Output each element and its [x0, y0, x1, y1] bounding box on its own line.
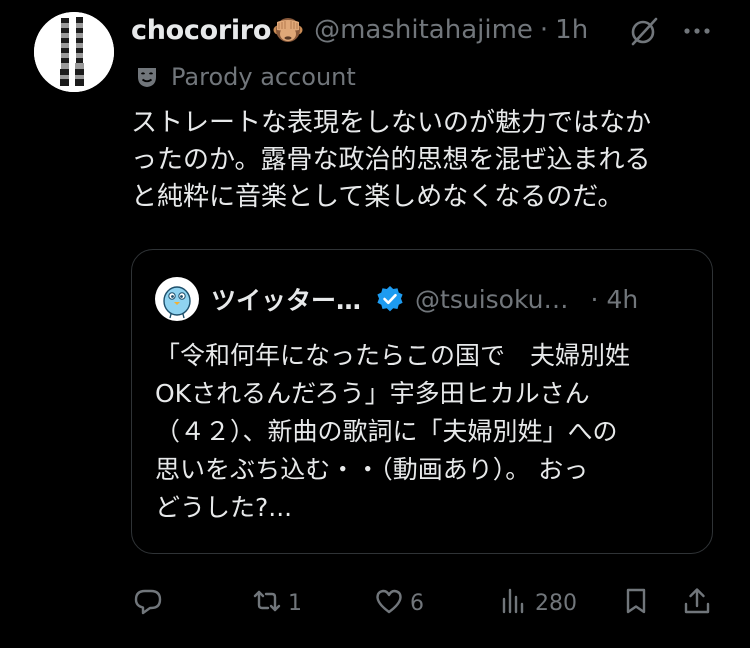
quoted-post-timestamp[interactable]: 4h — [606, 285, 638, 314]
parody-account-label: Parody account — [135, 61, 356, 93]
share-button[interactable] — [682, 583, 712, 623]
quoted-author-avatar[interactable] — [155, 277, 199, 321]
repost-icon — [252, 586, 282, 620]
parody-label-text: Parody account — [171, 63, 356, 91]
reply-icon — [133, 586, 163, 620]
like-button[interactable]: 6 — [374, 583, 424, 623]
more-options-icon[interactable] — [680, 14, 714, 48]
views-chart-icon — [499, 586, 529, 620]
quoted-post-body-text: 「令和何年になったらこの国で 夫婦別姓 OKされるんだろう」宇多田ヒカルさん （… — [155, 341, 631, 522]
action-bar: 1 6 280 — [131, 583, 721, 623]
heart-icon — [374, 586, 404, 620]
see-no-evil-monkey-icon — [272, 14, 304, 46]
reply-button[interactable] — [133, 583, 169, 623]
author-handle[interactable]: @mashitahajime — [314, 15, 533, 45]
share-icon — [682, 586, 712, 620]
theater-masks-icon — [135, 65, 159, 89]
quoted-author-handle[interactable]: @tsuisoku… — [415, 285, 569, 314]
author-display-name[interactable]: chocoriro — [131, 15, 271, 46]
quoted-author-display-name[interactable]: ツイッター… — [211, 281, 361, 317]
author-avatar[interactable] — [34, 12, 114, 92]
bookmark-icon — [621, 586, 651, 620]
bookmark-button[interactable] — [621, 583, 651, 623]
views-count: 280 — [535, 590, 577, 616]
header-separator: · — [539, 15, 549, 45]
repost-count: 1 — [288, 590, 302, 616]
post-timestamp[interactable]: 1h — [555, 15, 588, 45]
author-avatar-image — [34, 12, 114, 92]
post-body-text: ストレートな表現をしないのが魅力ではなか ったのか。露骨な政治的思想を混ぜ込まれ… — [131, 108, 652, 212]
repost-button[interactable]: 1 — [252, 583, 302, 623]
grok-icon[interactable] — [627, 14, 661, 48]
quoted-post-header: ツイッター… @tsuisoku… · 4h — [155, 277, 695, 321]
verified-badge-icon — [375, 284, 405, 314]
like-count: 6 — [410, 590, 424, 616]
views-button[interactable]: 280 — [499, 583, 577, 623]
quoted-post-card[interactable]: ツイッター… @tsuisoku… · 4h 「令和何年になったらこの国で 夫婦… — [131, 249, 713, 554]
quoted-header-separator: · — [590, 284, 599, 314]
